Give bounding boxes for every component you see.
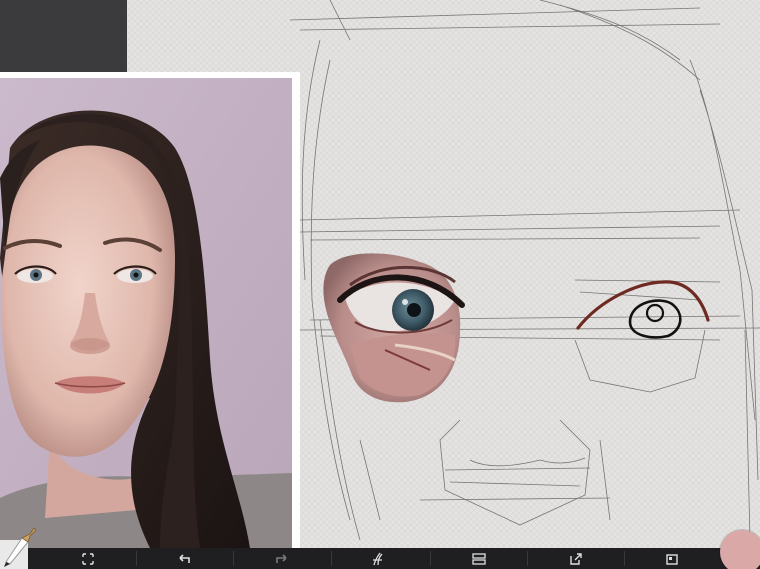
redo-icon [276, 553, 287, 563]
layers-icon [472, 552, 486, 565]
painting-app [0, 0, 760, 569]
transform-button[interactable] [68, 548, 108, 569]
gallery-icon [666, 553, 678, 565]
brush-tool-icon[interactable] [0, 526, 44, 569]
export-button[interactable] [556, 548, 596, 569]
transform-icon [82, 552, 94, 565]
export-icon [570, 552, 582, 565]
gallery-button[interactable] [652, 548, 692, 569]
undo-icon [179, 553, 190, 563]
reference-image-panel[interactable] [0, 72, 300, 548]
brush-settings-button[interactable] [358, 548, 398, 569]
bottom-toolbar [0, 548, 760, 569]
undo-button[interactable] [164, 548, 204, 569]
color-swatch-button[interactable] [720, 530, 760, 569]
reference-photo-portrait [0, 78, 292, 548]
panel-header-area [0, 0, 127, 72]
layers-button[interactable] [459, 548, 499, 569]
brush-settings-icon [373, 552, 383, 565]
redo-button[interactable] [262, 548, 302, 569]
